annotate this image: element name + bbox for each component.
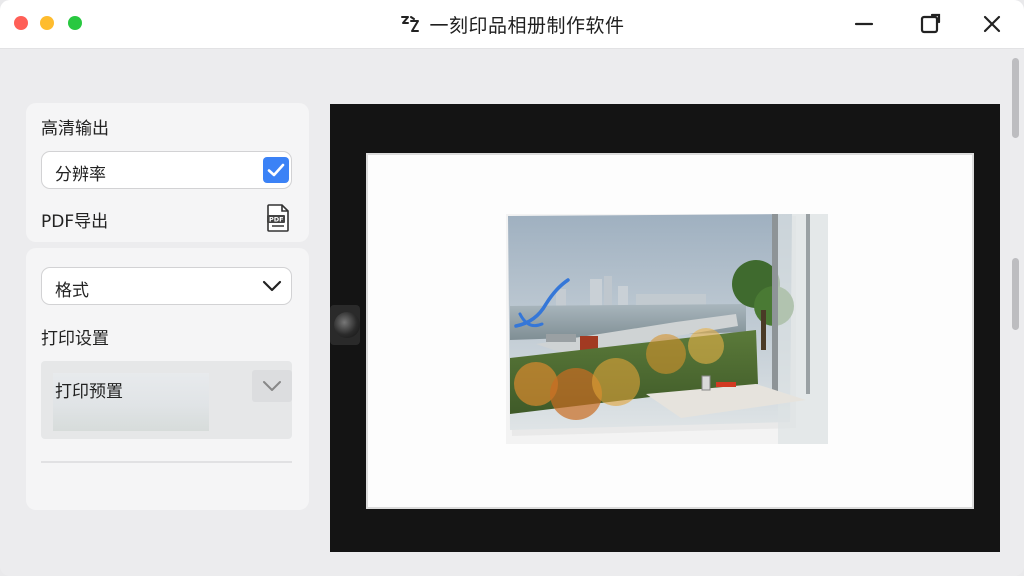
print-preset-label: 打印预置 (55, 382, 123, 402)
pdf-export-label: PDF导出 (41, 212, 109, 232)
window-title: 一刻印品相册制作软件 (429, 14, 625, 37)
title-bar: 一刻印品相册制作软件 (0, 0, 1024, 49)
resolution-label: 分辨率 (55, 165, 106, 185)
scrollbar-thumb-upper[interactable] (1012, 58, 1019, 138)
chevron-down-icon[interactable] (255, 271, 289, 301)
scrollbar-thumb-lower[interactable] (1012, 258, 1019, 330)
minimize-icon[interactable] (852, 12, 876, 36)
print-preset-dropdown-button[interactable] (252, 370, 292, 402)
panel-divider (41, 461, 292, 463)
maximize-icon[interactable] (918, 12, 942, 36)
close-icon[interactable] (980, 12, 1004, 36)
app-logo-icon (401, 16, 420, 32)
check-icon (267, 163, 285, 177)
clip-knob (334, 312, 360, 338)
hd-output-label: 高清输出 (41, 119, 109, 139)
resolution-checkbox[interactable] (263, 157, 289, 183)
print-settings-label: 打印设置 (41, 329, 109, 349)
svg-text:PDF: PDF (269, 216, 284, 224)
app-window: 一刻印品相册制作软件 高清输出 分辨率 PDF导出 PDF 格式 打印设置 打印… (0, 0, 1024, 576)
preview-photo (506, 214, 828, 444)
chevron-down-icon (263, 381, 281, 391)
resolution-field[interactable]: 分辨率 (41, 151, 292, 189)
format-select-value: 格式 (55, 281, 89, 301)
pdf-file-icon[interactable]: PDF (266, 204, 290, 232)
